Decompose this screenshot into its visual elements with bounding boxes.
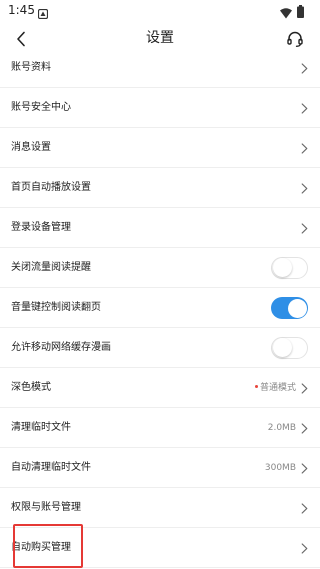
chevron-right-icon xyxy=(301,143,308,154)
settings-row-account-security[interactable]: 账号安全中心 xyxy=(0,88,320,128)
chevron-right-icon xyxy=(301,383,308,394)
chevron-right-icon xyxy=(301,423,308,434)
status-time: 1:45 xyxy=(8,3,35,17)
chevron-right-icon xyxy=(301,503,308,514)
dark-mode-value: 普通模式 xyxy=(254,368,296,408)
settings-row-autoplay[interactable]: 首页自动播放设置 xyxy=(0,168,320,208)
row-label: 深色模式 xyxy=(11,382,51,393)
chevron-right-icon xyxy=(301,463,308,474)
battery-icon xyxy=(297,3,304,18)
settings-row-mobile-cache: 允许移动网络缓存漫画 xyxy=(0,328,320,368)
dark-mode-value-text: 普通模式 xyxy=(259,383,296,393)
new-dot-badge xyxy=(254,385,258,388)
row-label: 关闭流量阅读提醒 xyxy=(11,262,91,273)
row-label: 账号安全中心 xyxy=(11,102,71,113)
auto-clear-value: 300MB xyxy=(264,463,296,473)
settings-row-permissions[interactable]: 权限与账号管理 xyxy=(0,488,320,528)
highlight-annotation-box xyxy=(13,524,83,568)
temp-size-value: 2.0MB xyxy=(267,423,296,433)
row-label: 消息设置 xyxy=(11,142,51,153)
page-title: 设置 xyxy=(146,30,174,46)
toggle-knob xyxy=(273,338,292,357)
row-label: 登录设备管理 xyxy=(11,222,71,233)
volume-key-toggle[interactable] xyxy=(271,297,308,319)
row-label: 允许移动网络缓存漫画 xyxy=(11,342,111,353)
wifi-icon xyxy=(280,4,292,19)
settings-row-device-management[interactable]: 登录设备管理 xyxy=(0,208,320,248)
toggle-knob xyxy=(288,298,307,318)
settings-row-message[interactable]: 消息设置 xyxy=(0,128,320,168)
data-reminder-toggle[interactable] xyxy=(271,257,308,279)
chevron-right-icon xyxy=(301,183,308,194)
settings-list: 账号资料 账号安全中心 消息设置 首页自动播放设置 登录设备管理 关闭流量阅读提… xyxy=(0,48,320,568)
row-label: 首页自动播放设置 xyxy=(11,182,91,193)
settings-row-volume-key: 音量键控制阅读翻页 xyxy=(0,288,320,328)
row-label: 清理临时文件 xyxy=(11,422,71,433)
status-bar: 1:45 xyxy=(0,0,320,22)
row-label: 账号资料 xyxy=(11,62,51,73)
row-label: 音量键控制阅读翻页 xyxy=(11,302,101,313)
settings-row-clear-temp[interactable]: 清理临时文件 2.0MB xyxy=(0,408,320,448)
mobile-cache-toggle[interactable] xyxy=(271,337,308,359)
toggle-knob xyxy=(273,258,292,277)
settings-row-auto-clear[interactable]: 自动清理临时文件 300MB xyxy=(0,448,320,488)
headset-icon xyxy=(287,31,303,47)
row-label: 自动清理临时文件 xyxy=(11,462,91,473)
notification-icon xyxy=(37,4,49,20)
chevron-right-icon xyxy=(301,543,308,554)
row-label: 权限与账号管理 xyxy=(11,502,81,513)
chevron-right-icon xyxy=(301,63,308,74)
settings-row-dark-mode[interactable]: 深色模式 普通模式 xyxy=(0,368,320,408)
chevron-right-icon xyxy=(301,103,308,114)
settings-row-account-profile[interactable]: 账号资料 xyxy=(0,48,320,88)
settings-row-data-reminder: 关闭流量阅读提醒 xyxy=(0,248,320,288)
chevron-right-icon xyxy=(301,223,308,234)
